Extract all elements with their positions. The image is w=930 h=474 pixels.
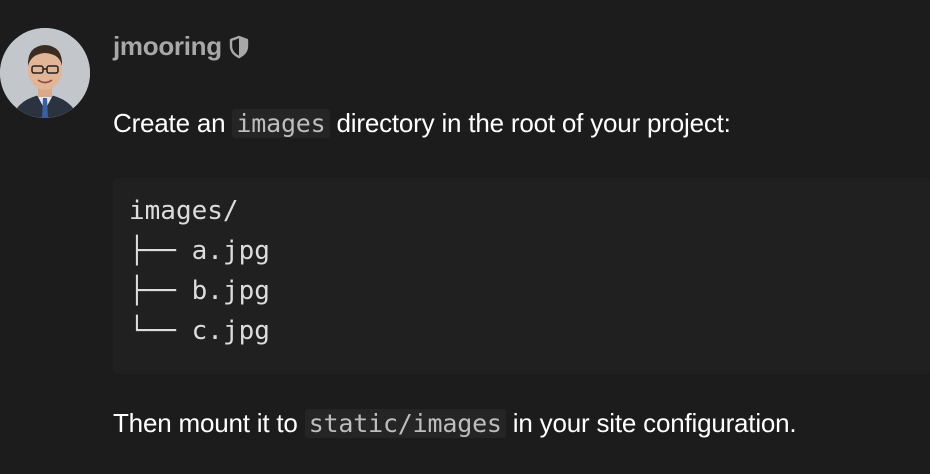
inline-code-static-images: static/images <box>304 409 506 438</box>
avatar[interactable] <box>0 28 90 118</box>
code-line: └── c.jpg <box>129 316 270 346</box>
code-line: ├── b.jpg <box>129 276 270 306</box>
avatar-image <box>0 28 90 118</box>
comment-paragraph-2: Then mount it to static/images in your s… <box>113 408 797 439</box>
code-line: images/ <box>129 196 239 226</box>
paragraph-2-text-after: in your site configuration. <box>505 408 797 438</box>
inline-code-images: images <box>232 109 330 138</box>
paragraph-1-text-after: directory in the root of your project: <box>329 108 731 138</box>
shield-icon <box>228 35 250 59</box>
comment-header: jmooring <box>113 31 250 62</box>
username-link[interactable]: jmooring <box>113 31 222 62</box>
comment-paragraph-1: Create an images directory in the root o… <box>113 108 731 139</box>
code-block: images/ ├── a.jpg ├── b.jpg └── c.jpg <box>113 178 930 374</box>
paragraph-2-text-before: Then mount it to <box>113 408 305 438</box>
code-line: ├── a.jpg <box>129 236 270 266</box>
paragraph-1-text-before: Create an <box>113 108 233 138</box>
